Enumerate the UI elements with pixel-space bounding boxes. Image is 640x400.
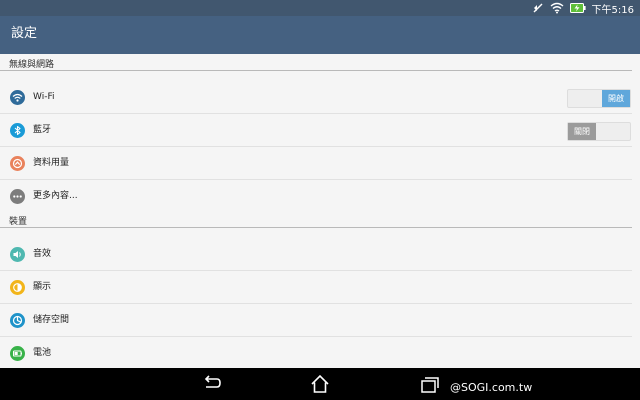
settings-item-wifi[interactable]: Wi-Fi 開啟 [0,81,640,114]
settings-item-display[interactable]: 顯示 [0,271,640,304]
item-label: Wi-Fi [33,92,55,102]
display-icon [10,280,25,295]
settings-item-bluetooth[interactable]: 藍牙 關閉 [0,114,640,147]
section-title: 無線與網路 [9,60,55,70]
section-divider [0,227,632,228]
sound-icon [10,247,25,262]
section-divider [0,70,632,71]
section-title: 裝置 [9,217,28,227]
wifi-icon [550,2,564,14]
section-header-device: 裝置 [0,211,640,233]
wifi-icon [10,90,25,105]
item-label: 藍牙 [33,125,52,135]
watermark-text: @SOGI.com.tw [450,381,533,394]
settings-item-storage[interactable]: 儲存空間 [0,304,640,337]
page-title: 設定 [11,26,38,41]
bluetooth-icon [10,123,25,138]
bluetooth-toggle[interactable]: 關閉 [567,122,631,141]
clock-text: 下午5:16 [591,4,634,16]
item-label: 音效 [33,249,52,259]
storage-icon [10,313,25,328]
item-label: 資料用量 [33,158,70,168]
item-label: 顯示 [33,282,52,292]
home-icon[interactable] [308,373,332,395]
navigation-bar: @SOGI.com.tw [0,368,640,400]
battery-icon [10,346,25,361]
more-icon [10,189,25,204]
data-usage-icon [10,156,25,171]
settings-list[interactable]: 無線與網路 Wi-Fi 開啟 藍牙 關閉 資料用量 更多內容... 裝置 音效 … [0,54,640,368]
item-label: 更多內容... [33,191,78,201]
item-label: 電池 [33,348,52,358]
settings-item-sound[interactable]: 音效 [0,238,640,271]
item-label: 儲存空間 [33,315,70,325]
settings-item-battery[interactable]: 電池 [0,337,640,370]
settings-item-data-usage[interactable]: 資料用量 [0,147,640,180]
status-bar: 下午5:16 [0,0,640,16]
settings-item-more[interactable]: 更多內容... [0,180,640,213]
mute-icon [532,2,544,14]
toggle-state-label: 關閉 [568,123,596,140]
section-header-wireless: 無線與網路 [0,54,640,76]
toggle-state-label: 開啟 [602,90,630,107]
recent-apps-icon[interactable] [418,373,442,395]
battery-charging-icon [569,3,586,13]
action-bar: 設定 [0,16,640,54]
back-icon[interactable] [200,373,224,395]
wifi-toggle[interactable]: 開啟 [567,89,631,108]
